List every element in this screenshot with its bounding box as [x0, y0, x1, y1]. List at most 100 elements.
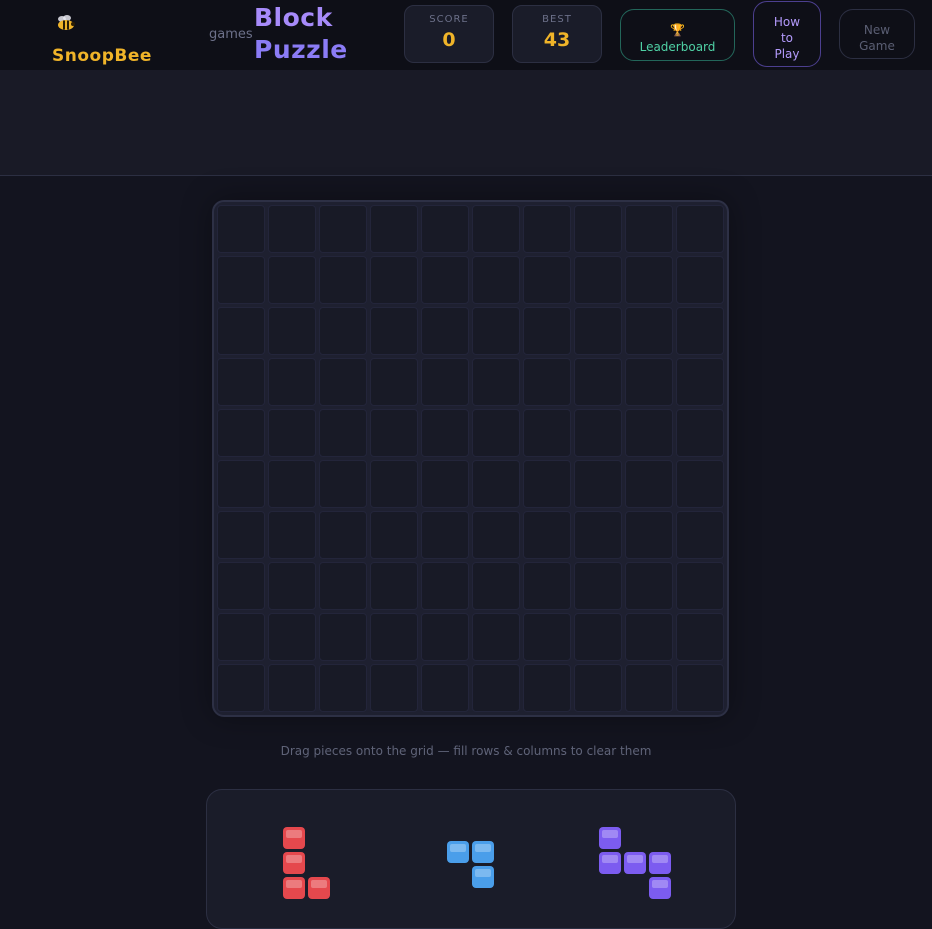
board-cell[interactable]	[676, 562, 724, 610]
board-cell[interactable]	[268, 562, 316, 610]
board-cell[interactable]	[217, 307, 265, 355]
board-cell[interactable]	[421, 409, 469, 457]
board-cell[interactable]	[319, 664, 367, 712]
board-cell[interactable]	[421, 613, 469, 661]
game-board[interactable]	[212, 200, 729, 717]
board-cell[interactable]	[574, 307, 622, 355]
board-cell[interactable]	[370, 460, 418, 508]
board-cell[interactable]	[574, 511, 622, 559]
board-cell[interactable]	[217, 409, 265, 457]
board-cell[interactable]	[268, 307, 316, 355]
board-cell[interactable]	[676, 256, 724, 304]
board-cell[interactable]	[319, 460, 367, 508]
board-cell[interactable]	[676, 613, 724, 661]
board-cell[interactable]	[421, 205, 469, 253]
board-cell[interactable]	[472, 205, 520, 253]
board-cell[interactable]	[472, 613, 520, 661]
board-cell[interactable]	[574, 256, 622, 304]
new-game-button[interactable]: New Game	[839, 9, 915, 59]
board-cell[interactable]	[676, 664, 724, 712]
board-cell[interactable]	[217, 511, 265, 559]
board-cell[interactable]	[217, 460, 265, 508]
board-cell[interactable]	[523, 256, 571, 304]
how-to-play-button[interactable]: How to Play	[753, 1, 821, 67]
board-cell[interactable]	[523, 613, 571, 661]
board-cell[interactable]	[421, 664, 469, 712]
board-cell[interactable]	[370, 562, 418, 610]
board-cell[interactable]	[472, 256, 520, 304]
board-cell[interactable]	[574, 562, 622, 610]
board-cell[interactable]	[625, 409, 673, 457]
board-cell[interactable]	[319, 409, 367, 457]
board-cell[interactable]	[472, 664, 520, 712]
board-cell[interactable]	[421, 307, 469, 355]
board-cell[interactable]	[472, 562, 520, 610]
board-cell[interactable]	[625, 562, 673, 610]
board-cell[interactable]	[370, 664, 418, 712]
board-cell[interactable]	[523, 460, 571, 508]
board-cell[interactable]	[370, 511, 418, 559]
board-cell[interactable]	[421, 460, 469, 508]
board-cell[interactable]	[676, 307, 724, 355]
board-cell[interactable]	[319, 613, 367, 661]
board-cell[interactable]	[370, 256, 418, 304]
board-cell[interactable]	[217, 664, 265, 712]
board-cell[interactable]	[574, 358, 622, 406]
board-cell[interactable]	[676, 358, 724, 406]
board-cell[interactable]	[268, 511, 316, 559]
board-cell[interactable]	[472, 511, 520, 559]
board-cell[interactable]	[370, 307, 418, 355]
board-cell[interactable]	[472, 409, 520, 457]
board-cell[interactable]	[574, 613, 622, 661]
board-cell[interactable]	[574, 460, 622, 508]
board-cell[interactable]	[319, 511, 367, 559]
board-cell[interactable]	[523, 562, 571, 610]
board-cell[interactable]	[676, 460, 724, 508]
board-cell[interactable]	[676, 205, 724, 253]
board-cell[interactable]	[370, 205, 418, 253]
board-cell[interactable]	[676, 409, 724, 457]
board-cell[interactable]	[217, 562, 265, 610]
snoopbee-logo[interactable]: SnoopBee	[52, 12, 212, 66]
board-cell[interactable]	[574, 664, 622, 712]
board-cell[interactable]	[268, 664, 316, 712]
board-cell[interactable]	[370, 409, 418, 457]
board-cell[interactable]	[523, 511, 571, 559]
leaderboard-button[interactable]: 🏆 Leaderboard	[620, 9, 735, 61]
board-cell[interactable]	[319, 562, 367, 610]
board-cell[interactable]	[217, 358, 265, 406]
board-cell[interactable]	[421, 256, 469, 304]
board-cell[interactable]	[268, 613, 316, 661]
board-cell[interactable]	[370, 358, 418, 406]
board-cell[interactable]	[370, 613, 418, 661]
board-cell[interactable]	[625, 613, 673, 661]
board-cell[interactable]	[472, 358, 520, 406]
board-cell[interactable]	[574, 205, 622, 253]
board-cell[interactable]	[625, 256, 673, 304]
board-cell[interactable]	[625, 205, 673, 253]
board-cell[interactable]	[625, 307, 673, 355]
board-cell[interactable]	[625, 511, 673, 559]
board-cell[interactable]	[268, 460, 316, 508]
board-cell[interactable]	[319, 307, 367, 355]
board-cell[interactable]	[268, 205, 316, 253]
board-cell[interactable]	[217, 613, 265, 661]
board-cell[interactable]	[523, 205, 571, 253]
board-cell[interactable]	[523, 358, 571, 406]
board-cell[interactable]	[319, 256, 367, 304]
board-cell[interactable]	[268, 256, 316, 304]
board-cell[interactable]	[268, 358, 316, 406]
board-cell[interactable]	[421, 562, 469, 610]
board-cell[interactable]	[472, 460, 520, 508]
board-cell[interactable]	[319, 205, 367, 253]
board-cell[interactable]	[625, 358, 673, 406]
board-cell[interactable]	[523, 307, 571, 355]
board-cell[interactable]	[217, 256, 265, 304]
board-cell[interactable]	[268, 409, 316, 457]
board-cell[interactable]	[625, 664, 673, 712]
board-cell[interactable]	[523, 409, 571, 457]
board-cell[interactable]	[217, 205, 265, 253]
board-cell[interactable]	[676, 511, 724, 559]
board-cell[interactable]	[472, 307, 520, 355]
board-cell[interactable]	[625, 460, 673, 508]
